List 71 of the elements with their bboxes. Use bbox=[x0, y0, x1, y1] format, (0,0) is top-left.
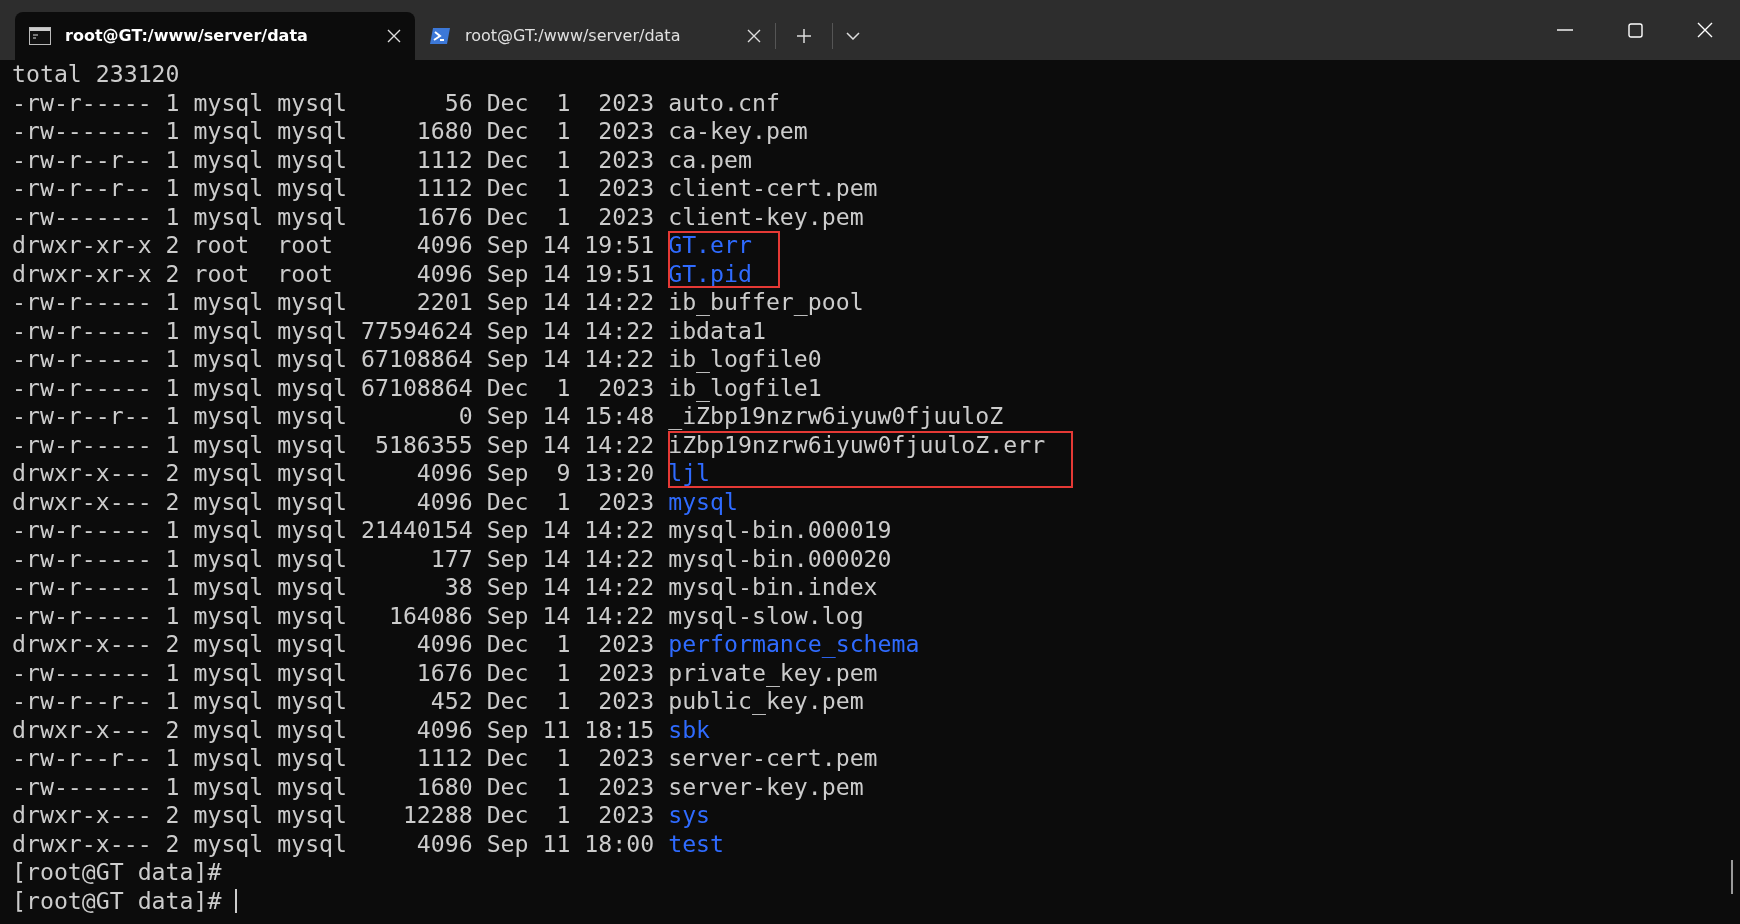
file-details: drwxr-x--- 2 mysql mysql 4096 Dec 1 2023 bbox=[12, 630, 655, 659]
file-details: drwxr-x--- 2 mysql mysql 12288 Dec 1 2023 bbox=[12, 801, 655, 830]
file-name: ib_logfile1 bbox=[668, 373, 822, 402]
tab-title: root@GT:/www/server/data bbox=[65, 25, 309, 47]
file-details: -rw-r--r-- 1 mysql mysql 1112 Dec 1 2023 bbox=[12, 174, 655, 203]
file-details: -rw-r--r-- 1 mysql mysql 452 Dec 1 2023 bbox=[12, 687, 655, 716]
powershell-icon bbox=[429, 27, 451, 45]
file-name: ib_logfile0 bbox=[668, 345, 822, 374]
file-name: mysql bbox=[668, 487, 738, 516]
file-name: private_key.pem bbox=[668, 658, 878, 687]
file-details: -rw-r----- 1 mysql mysql 164086 Sep 14 14:22 bbox=[12, 601, 655, 630]
file-details: drwxr-x--- 2 mysql mysql 4096 Sep 11 18:15 bbox=[12, 715, 655, 744]
file-details: -rw------- 1 mysql mysql 1680 Dec 1 2023 bbox=[12, 772, 655, 801]
file-details: -rw-r----- 1 mysql mysql 38 Sep 14 14:22 bbox=[12, 573, 655, 602]
file-details: -rw-r----- 1 mysql mysql 56 Dec 1 2023 bbox=[12, 88, 655, 117]
file-name: sbk bbox=[668, 715, 711, 744]
file-details: -rw-r--r-- 1 mysql mysql 0 Sep 14 15:48 bbox=[12, 402, 655, 431]
file-details: drwxr-x--- 2 mysql mysql 4096 Sep 11 18:00 bbox=[12, 829, 655, 858]
file-details: drwxr-x--- 2 mysql mysql 4096 Sep 9 13:20 bbox=[12, 459, 655, 488]
file-name: public_key.pem bbox=[668, 687, 864, 716]
file-details: drwxr-xr-x 2 root root 4096 Sep 14 19:51 bbox=[12, 231, 655, 260]
console-icon bbox=[29, 27, 51, 45]
file-details: drwxr-x--- 2 mysql mysql 4096 Dec 1 2023 bbox=[12, 487, 655, 516]
scrollbar-thumb[interactable] bbox=[1731, 860, 1733, 894]
terminal-line: total 233120 bbox=[12, 60, 181, 89]
file-name: GT.err bbox=[668, 231, 752, 260]
file-name: GT.pid bbox=[668, 259, 752, 288]
file-details: -rw-r--r-- 1 mysql mysql 1112 Dec 1 2023 bbox=[12, 744, 655, 773]
prompt: [root@GT data]# bbox=[12, 886, 222, 915]
file-details: -rw-r----- 1 mysql mysql 5186355 Sep 14 14:22 bbox=[12, 430, 655, 459]
close-icon[interactable] bbox=[747, 29, 761, 43]
file-name: test bbox=[668, 829, 724, 858]
file-details: -rw------- 1 mysql mysql 1676 Dec 1 2023 bbox=[12, 658, 655, 687]
file-name: mysql-bin.000019 bbox=[668, 516, 892, 545]
file-details: -rw-r----- 1 mysql mysql 67108864 Sep 14 14:22 bbox=[12, 345, 655, 374]
maximize-icon bbox=[1627, 22, 1643, 38]
file-name: client-cert.pem bbox=[668, 174, 878, 203]
file-name: ibdata1 bbox=[668, 316, 766, 345]
file-name: ljl bbox=[668, 459, 711, 488]
minimize-icon bbox=[1557, 29, 1573, 31]
file-details: -rw-r----- 1 mysql mysql 21440154 Sep 14 14:22 bbox=[12, 516, 655, 545]
file-name: mysql-bin.000020 bbox=[668, 544, 892, 573]
plus-icon bbox=[796, 28, 812, 44]
file-name: _iZbp19nzrw6iyuw0fjuuloZ bbox=[668, 402, 1004, 431]
file-details: -rw------- 1 mysql mysql 1676 Dec 1 2023 bbox=[12, 202, 655, 231]
close-icon bbox=[1697, 22, 1713, 38]
file-name: sys bbox=[668, 801, 711, 830]
file-name: ca.pem bbox=[668, 145, 752, 174]
chevron-down-icon bbox=[846, 32, 860, 40]
file-name: server-cert.pem bbox=[668, 744, 878, 773]
file-name: performance_schema bbox=[668, 630, 920, 659]
file-details: -rw-r----- 1 mysql mysql 67108864 Dec 1 2023 bbox=[12, 373, 655, 402]
tab[interactable]: root@GT:/www/server/data bbox=[415, 12, 775, 60]
file-details: -rw------- 1 mysql mysql 1680 Dec 1 2023 bbox=[12, 117, 655, 146]
file-name: server-key.pem bbox=[668, 772, 864, 801]
file-name: mysql-slow.log bbox=[668, 601, 864, 630]
file-name: client-key.pem bbox=[668, 202, 864, 231]
tab-title: root@GT:/www/server/data bbox=[465, 25, 682, 47]
prompt: [root@GT data]# bbox=[12, 858, 222, 887]
tab[interactable]: root@GT:/www/server/data bbox=[15, 12, 415, 60]
file-details: drwxr-xr-x 2 root root 4096 Sep 14 19:51 bbox=[12, 259, 655, 288]
file-name: iZbp19nzrw6iyuw0fjuuloZ.err bbox=[668, 430, 1046, 459]
file-name: ca-key.pem bbox=[668, 117, 808, 146]
file-name: ib_buffer_pool bbox=[668, 288, 864, 317]
file-details: -rw-r----- 1 mysql mysql 177 Sep 14 14:22 bbox=[12, 544, 655, 573]
file-details: -rw-r----- 1 mysql mysql 77594624 Sep 14 14:22 bbox=[12, 316, 655, 345]
file-name: mysql-bin.index bbox=[668, 573, 878, 602]
close-icon[interactable] bbox=[387, 29, 401, 43]
file-name: auto.cnf bbox=[668, 88, 780, 117]
file-details: -rw-r--r-- 1 mysql mysql 1112 Dec 1 2023 bbox=[12, 145, 655, 174]
file-details: -rw-r----- 1 mysql mysql 2201 Sep 14 14:22 bbox=[12, 288, 655, 317]
